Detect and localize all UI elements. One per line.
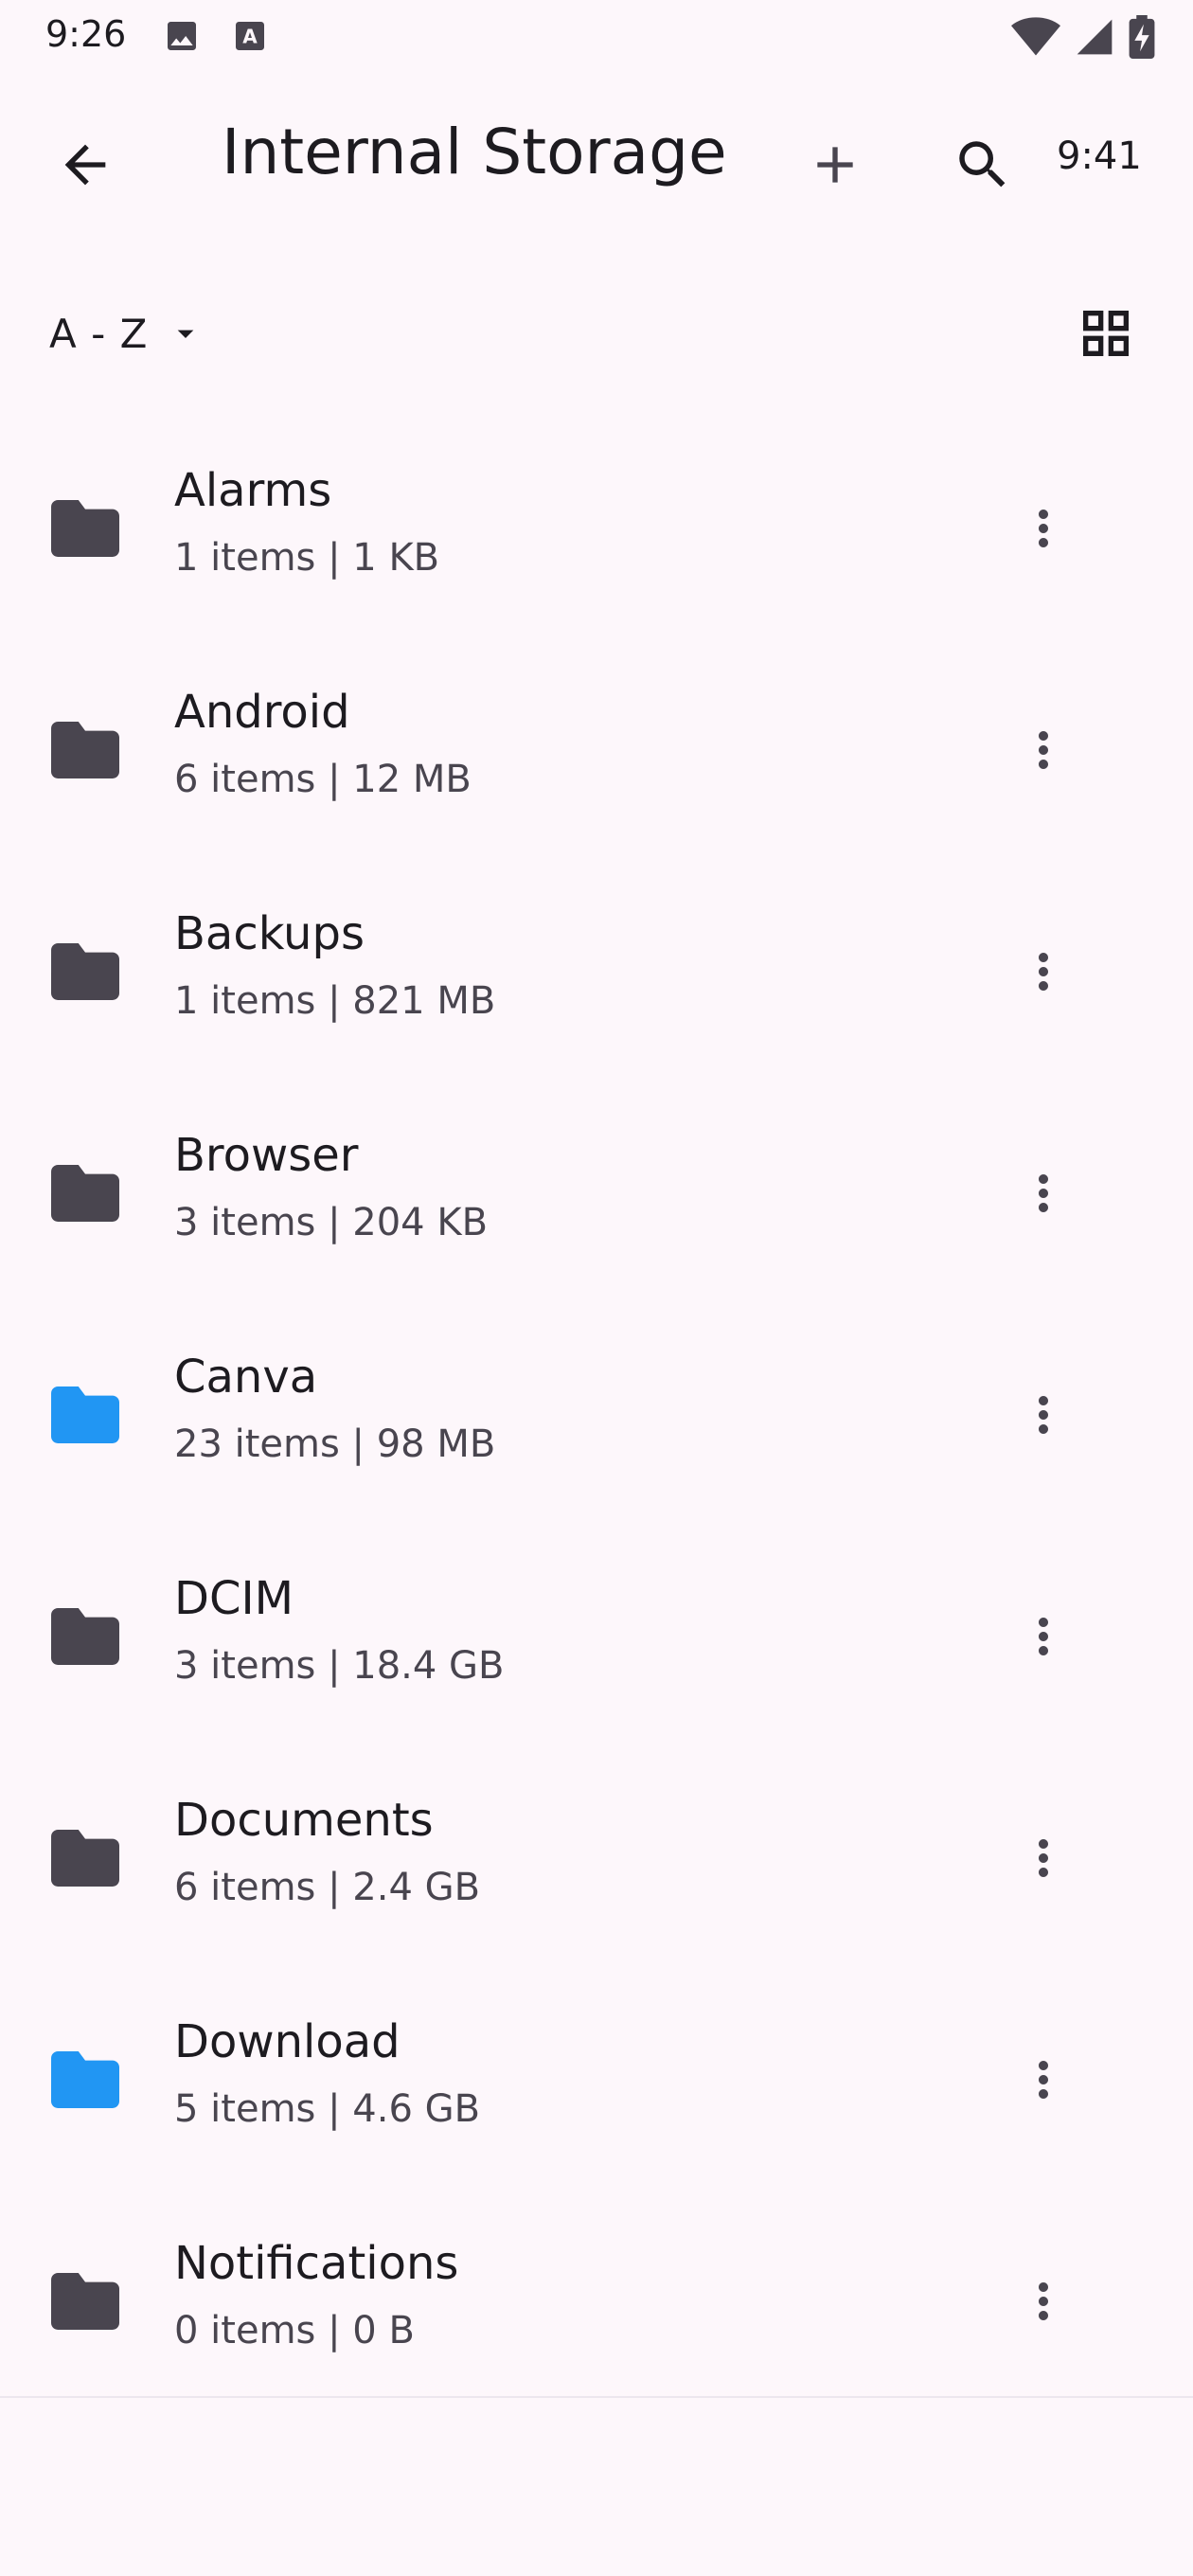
more-options-button[interactable]	[1004, 1371, 1083, 1458]
folder-row[interactable]: Canva 23 items | 98 MB	[0, 1303, 1193, 1525]
wifi-icon	[1011, 16, 1060, 62]
folder-row[interactable]: Backups 1 items | 821 MB	[0, 860, 1193, 1082]
folder-row[interactable]: Android 6 items | 12 MB	[0, 638, 1193, 860]
folder-icon	[51, 2051, 119, 2108]
more-vert-icon	[1039, 1839, 1048, 1877]
folder-icon	[51, 1386, 119, 1443]
folder-icon	[51, 1830, 119, 1887]
more-vert-icon	[1039, 1174, 1048, 1212]
more-vert-icon	[1039, 2282, 1048, 2320]
folder-meta: 1 items | 821 MB	[174, 979, 496, 1023]
folder-row[interactable]: DCIM 3 items | 18.4 GB	[0, 1525, 1193, 1746]
folder-name: Download	[174, 2015, 401, 2068]
svg-text:A: A	[242, 26, 258, 48]
more-options-button[interactable]	[1004, 1593, 1083, 1680]
folder-icon	[51, 722, 119, 778]
more-vert-icon	[1039, 1396, 1048, 1434]
more-options-button[interactable]	[1004, 1815, 1083, 1902]
folder-meta: 3 items | 204 KB	[174, 1201, 489, 1244]
folder-meta: 6 items | 12 MB	[174, 758, 472, 801]
image-icon	[163, 17, 201, 59]
sort-label: A - Z	[49, 310, 149, 357]
back-button[interactable]	[38, 117, 133, 212]
more-options-button[interactable]	[1004, 928, 1083, 1015]
search-icon	[959, 141, 1006, 188]
search-button[interactable]	[935, 117, 1030, 212]
folder-icon	[51, 1165, 119, 1222]
folder-meta: 1 items | 1 KB	[174, 536, 440, 580]
folder-row[interactable]: Documents 6 items | 2.4 GB	[0, 1746, 1193, 1968]
folder-icon	[51, 943, 119, 1000]
folder-list: Alarms 1 items | 1 KB Android 6 items | …	[0, 417, 1193, 2411]
plus-icon	[817, 147, 853, 183]
folder-meta: 5 items | 4.6 GB	[174, 2087, 481, 2131]
folder-name: Documents	[174, 1794, 434, 1847]
list-bottom-divider	[0, 2396, 1193, 2398]
grid-view-icon	[1083, 311, 1129, 356]
folder-name: Browser	[174, 1129, 359, 1182]
folder-meta: 0 items | 0 B	[174, 2309, 415, 2352]
folder-row[interactable]: Browser 3 items | 204 KB	[0, 1082, 1193, 1303]
folder-name: Android	[174, 686, 350, 739]
battery-charging-icon	[1129, 15, 1155, 63]
folder-name: Notifications	[174, 2237, 459, 2290]
folder-icon	[51, 500, 119, 557]
status-system-icons	[1011, 15, 1155, 63]
folder-icon	[51, 2273, 119, 2330]
folder-name: Backups	[174, 907, 365, 960]
more-vert-icon	[1039, 2061, 1048, 2099]
folder-meta: 23 items | 98 MB	[174, 1422, 496, 1466]
more-vert-icon	[1039, 953, 1048, 991]
more-vert-icon	[1039, 731, 1048, 769]
folder-row[interactable]: Notifications 0 items | 0 B	[0, 2190, 1193, 2411]
app-bar: Internal Storage 9:41	[0, 76, 1193, 242]
more-options-button[interactable]	[1004, 2036, 1083, 2123]
status-notification-icons: A	[163, 17, 269, 59]
folder-icon	[51, 1608, 119, 1665]
grid-view-toggle[interactable]	[1060, 295, 1151, 371]
page-title: Internal Storage	[222, 116, 727, 188]
appbar-time: 9:41	[1057, 134, 1142, 178]
folder-row[interactable]: Download 5 items | 4.6 GB	[0, 1968, 1193, 2190]
status-time: 9:26	[45, 13, 127, 55]
folder-name: Canva	[174, 1351, 318, 1404]
sort-dropdown[interactable]: A - Z	[49, 303, 205, 364]
cellular-signal-icon	[1074, 16, 1115, 62]
status-bar: 9:26 A	[0, 0, 1193, 76]
more-vert-icon	[1039, 510, 1048, 547]
more-vert-icon	[1039, 1618, 1048, 1655]
more-options-button[interactable]	[1004, 1150, 1083, 1237]
add-button[interactable]	[788, 117, 882, 212]
folder-name: DCIM	[174, 1572, 294, 1625]
folder-name: Alarms	[174, 464, 332, 517]
folder-meta: 6 items | 2.4 GB	[174, 1866, 481, 1909]
caret-down-icon	[178, 330, 194, 338]
keyboard-a-icon: A	[231, 17, 269, 59]
more-options-button[interactable]	[1004, 2258, 1083, 2345]
more-options-button[interactable]	[1004, 707, 1083, 794]
more-options-button[interactable]	[1004, 485, 1083, 572]
arrow-left-icon	[64, 144, 106, 186]
folder-meta: 3 items | 18.4 GB	[174, 1644, 505, 1688]
sort-row: A - Z	[0, 284, 1193, 383]
folder-row[interactable]: Alarms 1 items | 1 KB	[0, 417, 1193, 638]
